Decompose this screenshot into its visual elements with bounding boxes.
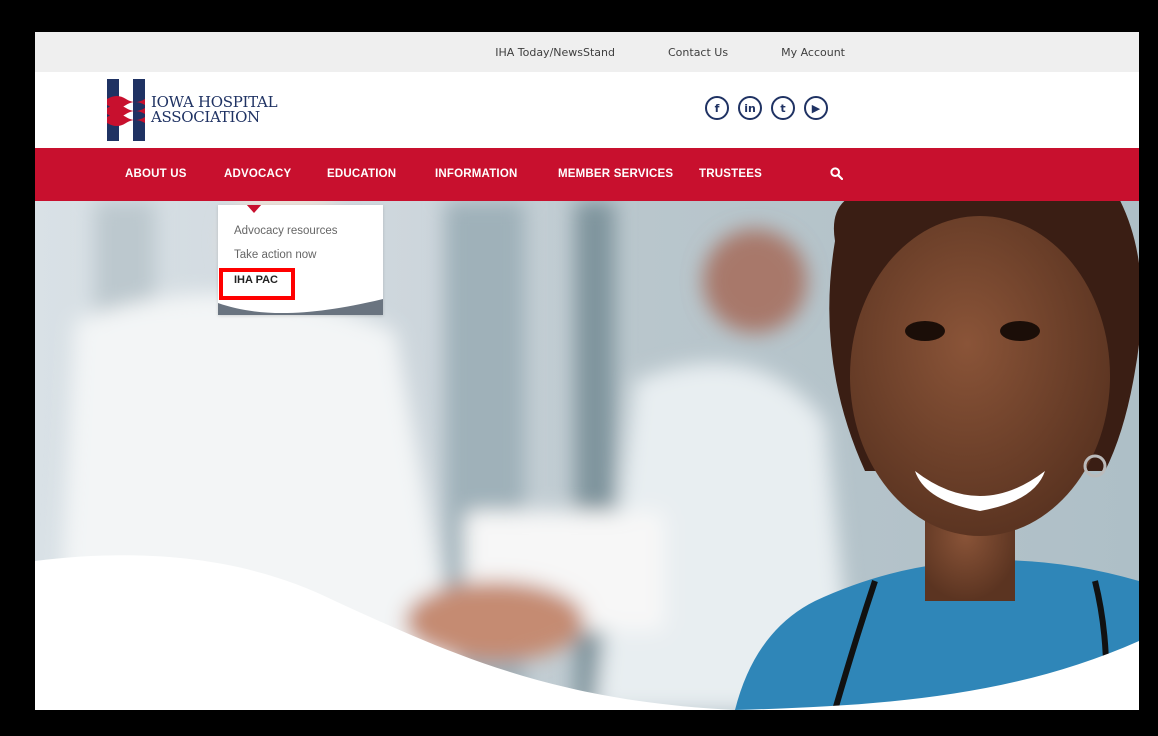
linkedin-icon[interactable]: in <box>738 96 762 120</box>
hero-photo <box>35 201 1139 710</box>
dropdown-take-action-now[interactable]: Take action now <box>234 249 316 261</box>
social-links: f in t ▶ <box>705 96 828 120</box>
hero-image <box>35 201 1139 710</box>
utility-bar: IHA Today/NewsStand Contact Us My Accoun… <box>35 32 1139 72</box>
nav-education[interactable]: EDUCATION <box>327 148 396 201</box>
youtube-icon[interactable]: ▶ <box>804 96 828 120</box>
search-icon[interactable] <box>830 167 844 185</box>
advocacy-dropdown: Advocacy resources Take action now IHA P… <box>218 205 383 315</box>
twitter-icon[interactable]: t <box>771 96 795 120</box>
logo-line-2: Association <box>151 108 260 126</box>
contact-us-link[interactable]: Contact Us <box>668 46 728 59</box>
browser-viewport: IHA Today/NewsStand Contact Us My Accoun… <box>35 32 1139 710</box>
iha-logo[interactable]: Iowa Hospital Association <box>107 79 278 141</box>
my-account-link[interactable]: My Account <box>781 46 845 59</box>
nav-information[interactable]: INFORMATION <box>435 148 517 201</box>
site-header: Iowa Hospital Association f in t ▶ <box>35 72 1139 148</box>
nav-member-services[interactable]: MEMBER SERVICES <box>558 148 673 201</box>
dropdown-caret-icon <box>246 205 262 213</box>
iha-today-link[interactable]: IHA Today/NewsStand <box>495 46 615 59</box>
dropdown-wave <box>218 299 383 315</box>
facebook-icon[interactable]: f <box>705 96 729 120</box>
dropdown-advocacy-resources[interactable]: Advocacy resources <box>234 225 338 237</box>
nav-advocacy[interactable]: ADVOCACY <box>224 148 291 201</box>
nav-trustees[interactable]: TRUSTEES <box>699 148 762 201</box>
main-nav: ABOUT US ADVOCACY EDUCATION INFORMATION … <box>35 148 1139 201</box>
nav-about-us[interactable]: ABOUT US <box>125 148 187 201</box>
iha-h-logo-icon <box>107 79 145 141</box>
dropdown-iha-pac[interactable]: IHA PAC <box>234 274 278 286</box>
